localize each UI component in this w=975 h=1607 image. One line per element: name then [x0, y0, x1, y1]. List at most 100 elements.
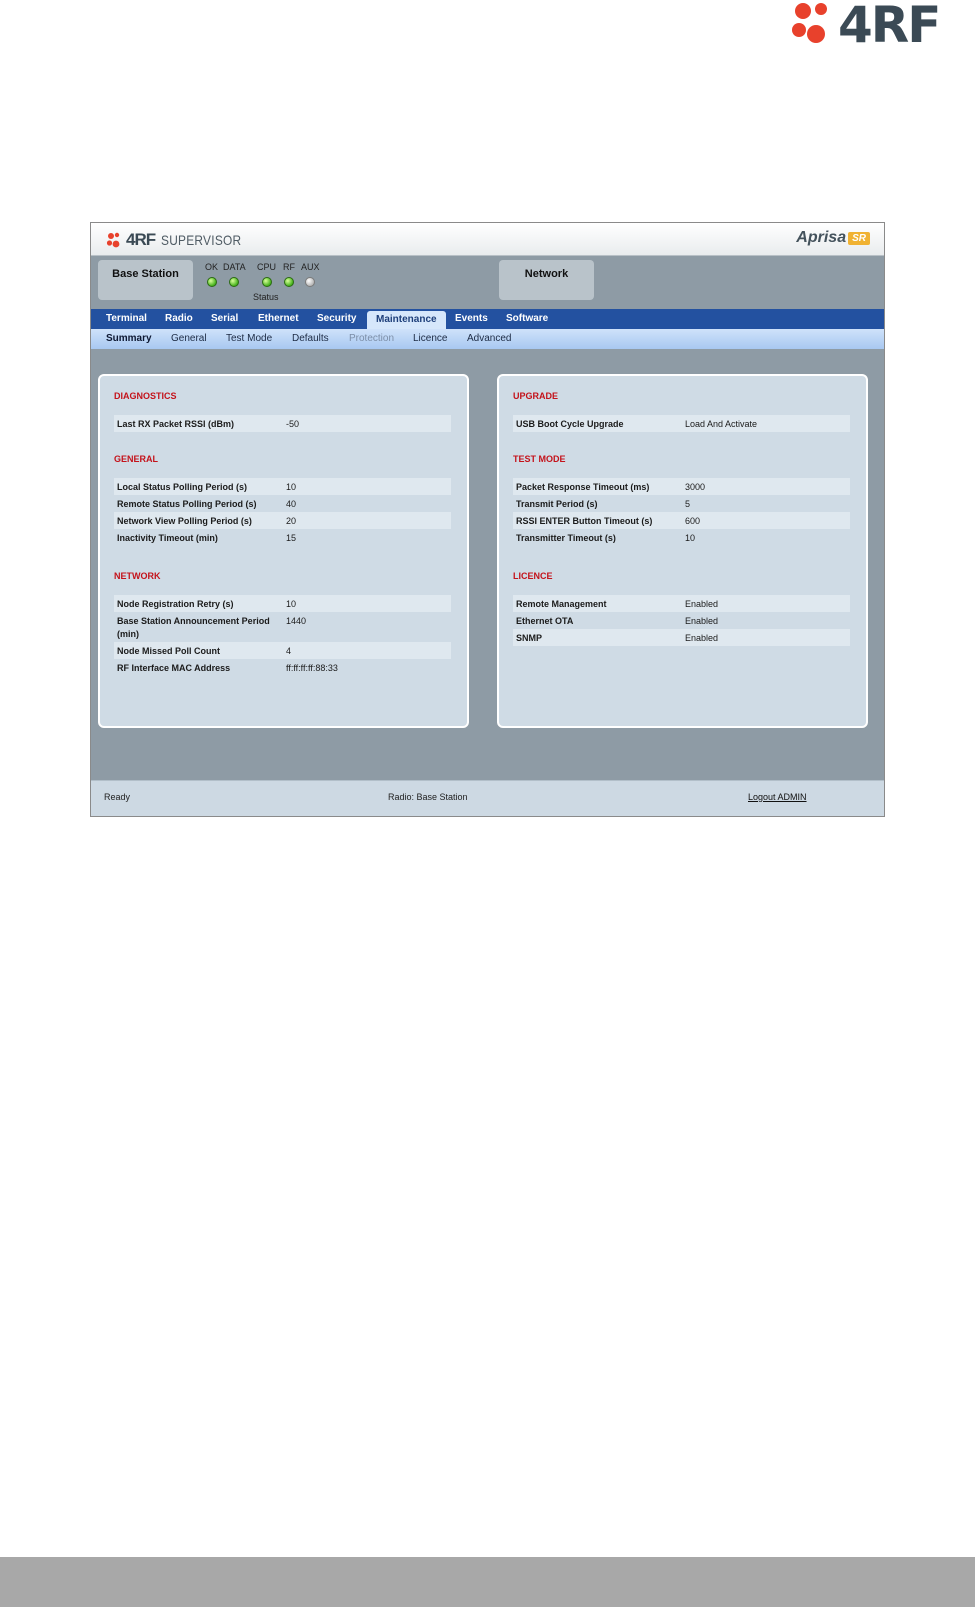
brand-text: 4RF	[126, 230, 156, 249]
led-ok: OK	[205, 262, 218, 287]
led-ok-icon	[206, 277, 217, 287]
row-key: RF Interface MAC Address	[117, 663, 231, 673]
table-row: RF Interface MAC Address ff:ff:ff:ff:88:…	[114, 659, 451, 676]
row-value: 1440	[286, 616, 307, 626]
table-row: Last RX Packet RSSI (dBm) -50	[114, 415, 451, 432]
subtab-test-mode[interactable]: Test Mode	[226, 329, 272, 348]
row-value: 40	[286, 499, 297, 509]
status-bar: Ready Radio: Base Station Logout ADMIN	[91, 780, 884, 816]
subtab-defaults[interactable]: Defaults	[292, 329, 329, 348]
row-key: Ethernet OTA	[516, 616, 574, 626]
supervisor-window: 4RF SUPERVISOR Aprisa SR Base Station OK…	[90, 222, 885, 817]
row-key: Inactivity Timeout (min)	[117, 533, 218, 543]
row-value: 5	[685, 499, 691, 509]
page-footer-band	[0, 1557, 975, 1607]
4rf-dots-icon	[106, 232, 120, 248]
row-key: USB Boot Cycle Upgrade	[516, 419, 624, 429]
table-row: Remote Management Enabled	[513, 595, 850, 612]
led-data: DATA	[223, 262, 246, 287]
table-row: Node Registration Retry (s) 10	[114, 595, 451, 612]
row-key: SNMP	[516, 633, 543, 643]
row-value: -50	[286, 419, 300, 429]
status-label: Status	[253, 292, 279, 302]
subtab-general[interactable]: General	[171, 329, 207, 348]
row-value: Enabled	[685, 633, 719, 643]
led-cpu: CPU	[257, 262, 276, 287]
title-bar: 4RF SUPERVISOR Aprisa SR	[91, 223, 884, 256]
row-key: Local Status Polling Period (s)	[117, 482, 248, 492]
network-box[interactable]: Network	[499, 260, 594, 300]
row-key: Packet Response Timeout (ms)	[516, 482, 650, 492]
table-row: Base Station Announcement Period (min) 1…	[114, 612, 451, 642]
led-label: CPU	[257, 262, 277, 272]
table-row: Transmit Period (s) 5	[513, 495, 850, 512]
aprisa-badge: SR	[848, 231, 870, 245]
subtab-licence[interactable]: Licence	[413, 329, 447, 348]
led-label: RF	[283, 262, 295, 272]
led-label: OK	[205, 262, 219, 272]
row-key: Network View Polling Period (s)	[117, 516, 252, 526]
status-header: Base Station OK DATA CPU RF AUX Status N…	[91, 256, 884, 308]
led-label: AUX	[301, 262, 320, 272]
page-logo-text: 4RF	[838, 0, 941, 54]
table-row: Local Status Polling Period (s) 10	[114, 478, 451, 495]
led-label: DATA	[223, 262, 246, 272]
aprisa-text: Aprisa	[796, 229, 847, 246]
row-value: 600	[685, 516, 701, 526]
product-text: SUPERVISOR	[161, 232, 242, 248]
network-label: Network	[524, 268, 569, 280]
led-rf: RF	[283, 262, 295, 287]
table-row: Remote Status Polling Period (s) 40	[114, 495, 451, 512]
row-value: 10	[685, 533, 696, 543]
led-aux: AUX	[301, 262, 320, 287]
row-value: Enabled	[685, 599, 719, 609]
tab-security[interactable]: Security	[308, 309, 365, 329]
main-nav: Terminal Radio Serial Ethernet Security …	[91, 309, 884, 329]
row-key: Transmitter Timeout (s)	[516, 533, 616, 543]
subtab-advanced[interactable]: Advanced	[467, 329, 511, 348]
aprisa-logo: Aprisa SR	[796, 229, 870, 247]
tab-maintenance[interactable]: Maintenance	[367, 311, 446, 329]
row-key: Last RX Packet RSSI (dBm)	[117, 419, 235, 429]
subtab-summary[interactable]: Summary	[106, 329, 152, 348]
radio-text: Radio: Base Station	[388, 792, 468, 802]
row-value: 10	[286, 482, 297, 492]
subtab-protection: Protection	[349, 333, 395, 344]
table-row: USB Boot Cycle Upgrade Load And Activate	[513, 415, 850, 432]
section-licence: LICENCE	[513, 571, 553, 581]
table-row: Inactivity Timeout (min) 15	[114, 529, 451, 546]
led-aux-icon	[305, 277, 316, 287]
section-general: GENERAL	[114, 454, 159, 464]
sub-nav: Summary General Test Mode Defaults Prote…	[91, 329, 884, 349]
tab-software[interactable]: Software	[497, 309, 557, 329]
right-summary-panel: UPGRADE USB Boot Cycle Upgrade Load And …	[497, 374, 868, 728]
base-station-box[interactable]: Base Station	[98, 260, 193, 300]
table-row: Network View Polling Period (s) 20	[114, 512, 451, 529]
section-upgrade: UPGRADE	[513, 391, 559, 401]
row-value: 4	[286, 646, 292, 656]
row-key: Node Missed Poll Count	[117, 646, 221, 656]
supervisor-logo: 4RF SUPERVISOR	[106, 230, 256, 250]
table-row: Node Missed Poll Count 4	[114, 642, 451, 659]
tab-ethernet[interactable]: Ethernet	[249, 309, 308, 329]
table-row: Packet Response Timeout (ms) 3000	[513, 478, 850, 495]
tab-events[interactable]: Events	[446, 309, 497, 329]
status-text: Ready	[104, 792, 131, 802]
row-value: 20	[286, 516, 297, 526]
logout-link[interactable]: Logout ADMIN	[748, 792, 807, 802]
section-test-mode: TEST MODE	[513, 454, 566, 464]
status-leds: OK DATA CPU RF AUX Status	[205, 262, 335, 302]
tab-radio[interactable]: Radio	[156, 309, 202, 329]
row-value: 10	[286, 599, 297, 609]
row-value: 3000	[685, 482, 706, 492]
tab-serial[interactable]: Serial	[202, 309, 247, 329]
row-value: Load And Activate	[685, 419, 758, 429]
4rf-dots-icon	[792, 3, 827, 43]
row-key: Remote Status Polling Period (s)	[117, 499, 257, 509]
row-value: ff:ff:ff:ff:88:33	[286, 663, 338, 673]
section-diagnostics: DIAGNOSTICS	[114, 391, 177, 401]
row-key: RSSI ENTER Button Timeout (s)	[516, 516, 653, 526]
tab-terminal[interactable]: Terminal	[97, 309, 156, 329]
table-row: Ethernet OTA Enabled	[513, 612, 850, 629]
table-row: Transmitter Timeout (s) 10	[513, 529, 850, 546]
